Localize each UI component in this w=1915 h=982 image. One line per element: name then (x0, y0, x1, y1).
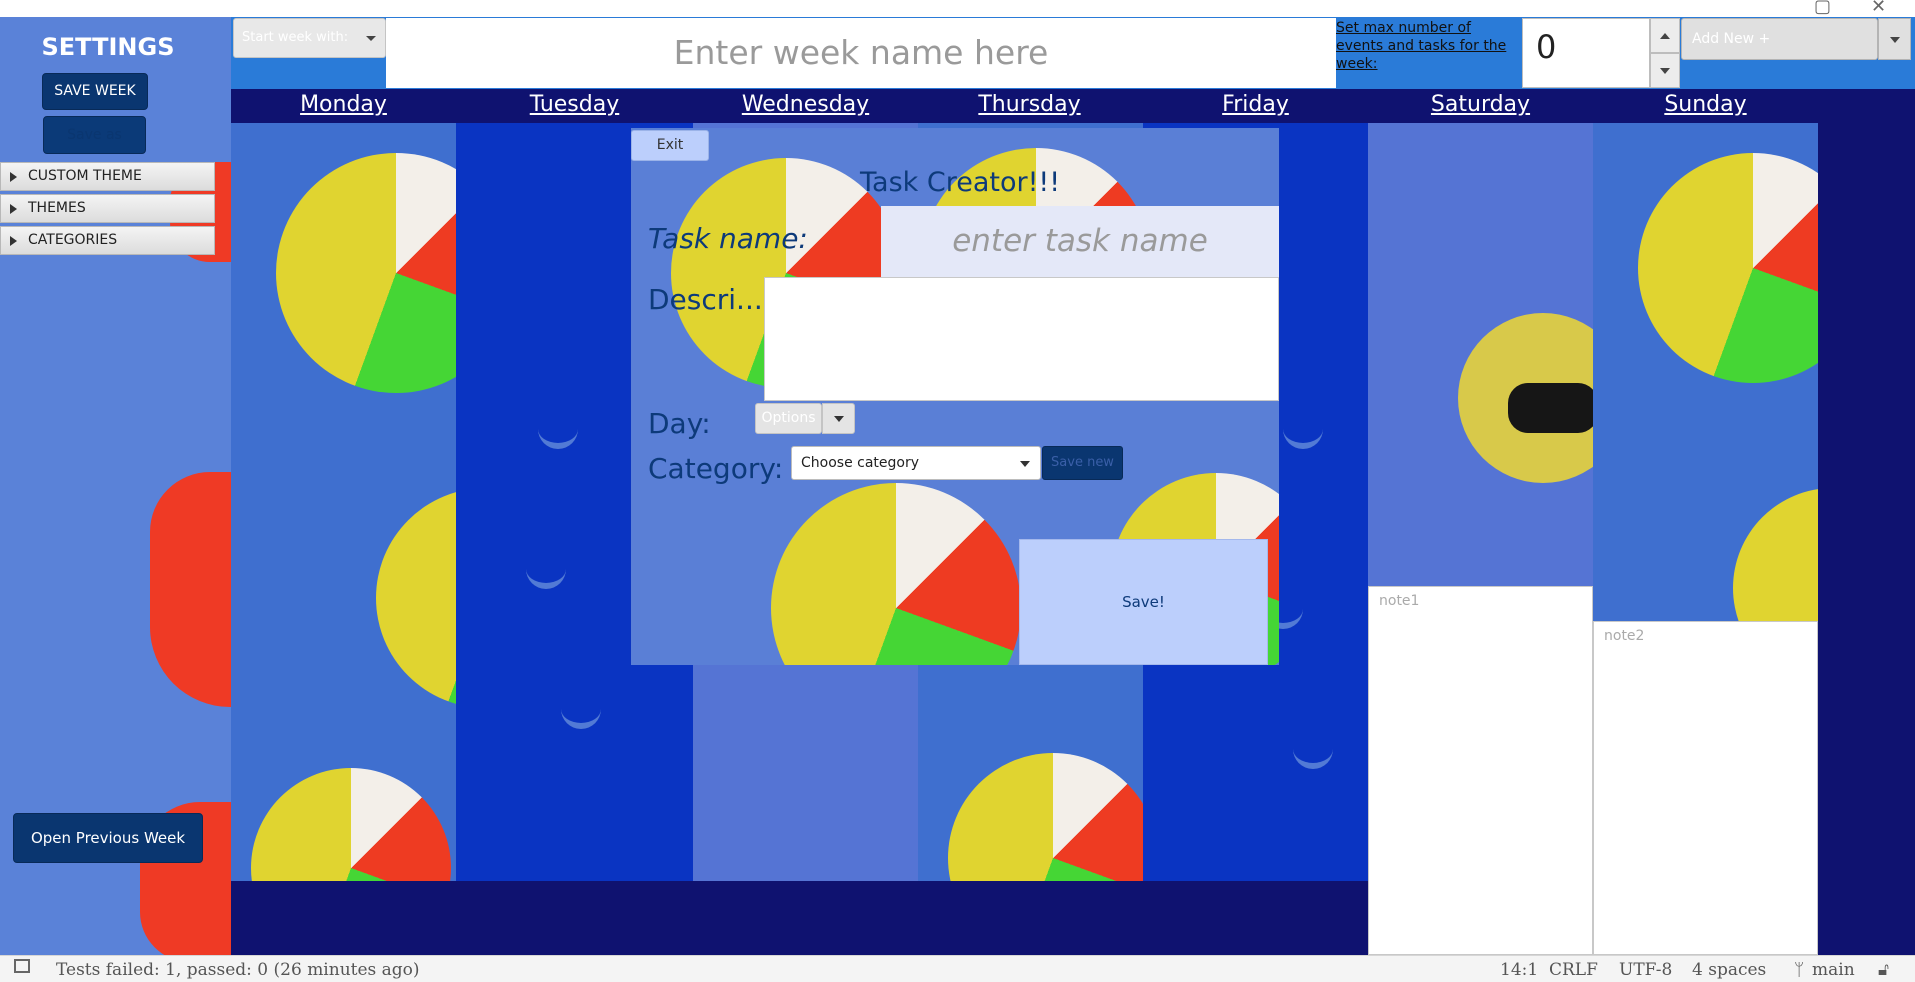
beach-ball-decoration (1638, 153, 1818, 383)
test-status[interactable]: Tests failed: 1, passed: 0 (26 minutes a… (56, 960, 420, 980)
file-encoding[interactable]: UTF-8 (1619, 960, 1672, 980)
note2-box[interactable]: note2 (1593, 621, 1818, 955)
close-icon[interactable]: ✕ (1871, 0, 1886, 17)
sunday-column[interactable] (1593, 123, 1818, 621)
branch-icon: ᛘ (1794, 960, 1805, 980)
eyepatch-decoration (1508, 383, 1593, 433)
exit-button[interactable]: Exit (631, 130, 709, 161)
description-textarea[interactable] (764, 277, 1279, 401)
add-new-button[interactable]: Add New + (1681, 18, 1878, 60)
dropdown-arrow-icon (1890, 37, 1900, 43)
task-name-input[interactable]: enter task name (881, 206, 1279, 277)
spinner-up-button[interactable] (1650, 18, 1680, 53)
window-titlebar (0, 0, 1915, 18)
day-label: Day: (648, 407, 711, 440)
save-task-button[interactable]: Save! (1019, 539, 1268, 665)
settings-title: SETTINGS (41, 33, 175, 61)
category-label: Category: (648, 452, 784, 485)
task-name-label: Task name: (648, 222, 808, 255)
day-friday[interactable]: Friday (1143, 92, 1368, 117)
start-week-label: Start week with: (242, 30, 349, 45)
beach-ball-decoration (376, 488, 456, 708)
cursor-position[interactable]: 14:1 (1500, 960, 1538, 980)
layout-icon[interactable] (14, 959, 30, 973)
wave-decoration (1283, 423, 1323, 449)
wave-decoration (561, 703, 601, 729)
git-branch[interactable]: main (1812, 960, 1855, 980)
saturday-column[interactable] (1368, 123, 1593, 586)
beach-ball-decoration (251, 768, 451, 881)
monday-column[interactable] (231, 123, 456, 881)
week-name-input[interactable]: Enter week name here (386, 18, 1336, 88)
accordion-label: THEMES (28, 200, 86, 216)
line-ending[interactable]: CRLF (1549, 960, 1598, 980)
expand-triangle-icon (10, 204, 17, 214)
category-select[interactable]: Choose category (791, 446, 1041, 480)
note2-label: note2 (1604, 628, 1645, 644)
accordion-label: CUSTOM THEME (28, 168, 142, 184)
spinner-up-icon (1660, 33, 1670, 39)
indent-setting[interactable]: 4 spaces (1692, 960, 1766, 980)
wave-decoration (538, 423, 578, 449)
max-events-value: 0 (1536, 28, 1557, 66)
dropdown-arrow-icon (366, 36, 376, 41)
day-monday[interactable]: Monday (231, 92, 456, 117)
lock-icon[interactable]: 🔓︎ (1878, 960, 1889, 980)
minimize-icon[interactable]: ▢ (1814, 0, 1831, 17)
dropdown-arrow-icon (834, 416, 844, 422)
day-options-button[interactable]: Options (755, 403, 822, 434)
beach-ball-decoration (276, 153, 456, 393)
start-week-select[interactable]: Start week with: (233, 18, 386, 58)
description-label: Descri... (648, 283, 763, 316)
categories-accordion[interactable]: CATEGORIES (0, 226, 215, 255)
custom-theme-accordion[interactable]: CUSTOM THEME (0, 162, 215, 191)
day-options-dropdown[interactable] (822, 403, 855, 434)
beach-ball-decoration (948, 753, 1143, 881)
day-saturday[interactable]: Saturday (1368, 92, 1593, 117)
beach-ball-decoration (771, 483, 1021, 665)
accordion-label: CATEGORIES (28, 232, 118, 248)
wave-decoration (526, 563, 566, 589)
open-previous-week-button[interactable]: Open Previous Week (13, 813, 203, 863)
save-week-button[interactable]: SAVE WEEK (42, 73, 148, 110)
crab-decoration (150, 472, 231, 707)
save-new-category-button[interactable]: Save new (1042, 446, 1123, 480)
add-new-dropdown[interactable] (1878, 18, 1911, 60)
expand-triangle-icon (10, 236, 17, 246)
max-events-label: Set max number of events and tasks for t… (1336, 20, 1507, 72)
spinner-down-icon (1660, 68, 1670, 74)
note1-box[interactable]: note1 (1368, 586, 1593, 955)
category-placeholder: Choose category (801, 455, 920, 471)
day-wednesday[interactable]: Wednesday (693, 92, 918, 117)
day-tuesday[interactable]: Tuesday (462, 92, 687, 117)
expand-triangle-icon (10, 172, 17, 182)
dropdown-arrow-icon (1020, 461, 1030, 467)
themes-accordion[interactable]: THEMES (0, 194, 215, 223)
spinner-down-button[interactable] (1650, 53, 1680, 88)
dialog-title: Task Creator!!! (860, 167, 1061, 198)
day-sunday[interactable]: Sunday (1593, 92, 1818, 117)
note1-label: note1 (1379, 593, 1420, 609)
day-thursday[interactable]: Thursday (917, 92, 1142, 117)
beach-ball-decoration (1733, 488, 1818, 621)
save-as-button[interactable]: Save as (43, 116, 146, 154)
wave-decoration (1293, 743, 1333, 769)
